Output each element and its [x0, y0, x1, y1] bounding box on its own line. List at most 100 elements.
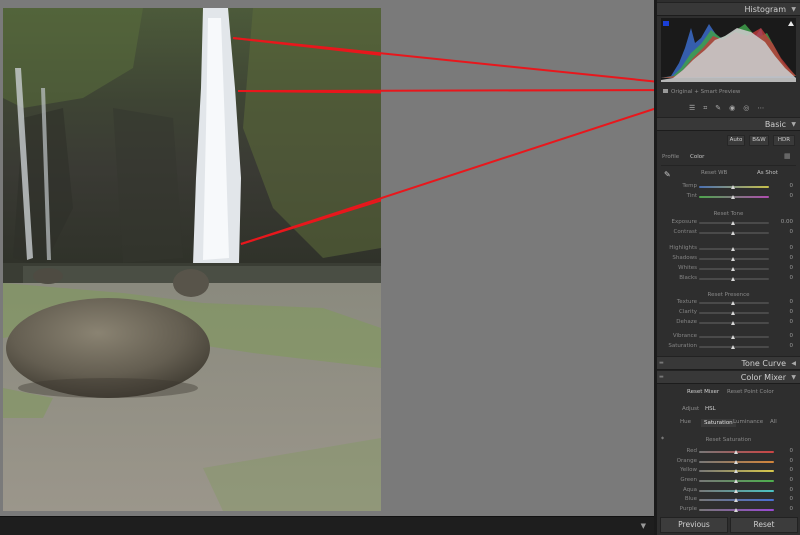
reset-wb-label[interactable]: Reset WB [701, 170, 727, 176]
mixer-value[interactable]: 0 [783, 487, 794, 493]
preview-label: Original + Smart Preview [671, 89, 741, 95]
hdr-button[interactable]: HDR [773, 135, 795, 146]
shadow-clip-icon [663, 21, 669, 26]
slider-label: Saturation [668, 343, 697, 349]
mixer-value[interactable]: 0 [783, 477, 794, 483]
slider-value[interactable]: 0 [783, 193, 794, 199]
mixer-value[interactable]: 0 [783, 448, 794, 454]
slider-handle[interactable] [731, 321, 735, 325]
panel-switch-icon: ▬ [659, 360, 664, 366]
adjust-select[interactable]: HSL [705, 406, 716, 412]
slider-handle[interactable] [731, 277, 735, 281]
slider-label: Shadows [672, 255, 697, 261]
divider [661, 165, 796, 166]
slider-value[interactable]: 0 [783, 299, 794, 305]
slider-value[interactable]: 0 [783, 275, 794, 281]
tool-strip[interactable]: ☰⌗✎◉◎⋯ [689, 104, 772, 113]
reset-button[interactable]: Reset [730, 517, 798, 533]
highlight-clip-icon [788, 21, 794, 26]
slider-label: Temp [682, 183, 697, 189]
mixer-label: Yellow [680, 467, 697, 473]
slider-handle[interactable] [731, 335, 735, 339]
slider-value[interactable]: 0 [783, 245, 794, 251]
tab-all[interactable]: All [770, 419, 777, 425]
reset-presence-label[interactable]: Reset Presence [657, 292, 800, 298]
mixer-slider-handle[interactable] [734, 479, 738, 483]
reset-mixer-button[interactable]: Reset Mixer [687, 389, 719, 395]
mixer-value[interactable]: 0 [783, 496, 794, 502]
basic-title: Basic [764, 120, 786, 129]
tone-curve-header[interactable]: ▬ Tone Curve ◀ [657, 356, 800, 370]
reset-tone-label[interactable]: Reset Tone [657, 211, 800, 217]
expand-icon: ◀ [791, 360, 796, 367]
tab-hue[interactable]: Hue [680, 419, 691, 425]
slider-label: Exposure [671, 219, 697, 225]
mixer-label: Orange [676, 458, 697, 464]
tab-saturation[interactable]: Saturation [701, 419, 736, 427]
previous-button[interactable]: Previous [660, 517, 728, 533]
slider-value[interactable]: 0.00 [779, 219, 793, 225]
mixer-label: Aqua [682, 487, 697, 493]
mixer-value[interactable]: 0 [783, 458, 794, 464]
mixer-slider-handle[interactable] [734, 460, 738, 464]
histogram[interactable] [661, 18, 796, 82]
slider-label: Contrast [673, 229, 697, 235]
slider-value[interactable]: 0 [783, 333, 794, 339]
slider-handle[interactable] [731, 231, 735, 235]
mixer-label: Purple [679, 506, 697, 512]
profile-value[interactable]: Color [690, 154, 704, 160]
histogram-header[interactable]: Histogram ▼ [657, 2, 800, 16]
slider-value[interactable]: 0 [783, 309, 794, 315]
slider-handle[interactable] [731, 185, 735, 189]
slider-handle[interactable] [731, 221, 735, 225]
adjust-label: Adjust [682, 406, 700, 412]
more-icon: ⋯ [757, 104, 773, 112]
filmstrip-toggle-icon[interactable]: ▼ [641, 522, 646, 530]
redeye-icon: ◎ [743, 104, 758, 112]
slider-handle[interactable] [731, 195, 735, 199]
reset-point-color-button[interactable]: Reset Point Color [727, 389, 774, 395]
profile-browser-icon[interactable]: ▦ [784, 152, 791, 160]
wb-value[interactable]: As Shot [757, 170, 778, 176]
mixer-slider-handle[interactable] [734, 469, 738, 473]
slider-handle[interactable] [731, 247, 735, 251]
mixer-label: Blue [684, 496, 697, 502]
auto-button[interactable]: Auto [727, 135, 745, 146]
slider-handle[interactable] [731, 311, 735, 315]
eyedropper-icon[interactable]: ✎ [664, 170, 671, 179]
reset-saturation-label[interactable]: Reset Saturation [657, 437, 800, 443]
slider-label: Blacks [679, 275, 697, 281]
slider-handle[interactable] [731, 267, 735, 271]
color-mixer-header[interactable]: ▬ Color Mixer ▼ [657, 370, 800, 384]
slider-value[interactable]: 0 [783, 229, 794, 235]
filmstrip-bar: ▼ [0, 516, 654, 535]
slider-value[interactable]: 0 [783, 319, 794, 325]
slider-value[interactable]: 0 [783, 255, 794, 261]
basic-header[interactable]: Basic ▼ [657, 117, 800, 131]
slider-label: Texture [676, 299, 697, 305]
collapse-icon: ▼ [791, 121, 796, 128]
slider-value[interactable]: 0 [783, 343, 794, 349]
mixer-slider-handle[interactable] [734, 489, 738, 493]
slider-value[interactable]: 0 [783, 265, 794, 271]
profile-label: Profile [662, 154, 680, 160]
mixer-value[interactable]: 0 [783, 506, 794, 512]
mixer-slider-handle[interactable] [734, 498, 738, 502]
slider-label: Tint [686, 193, 697, 199]
mixer-value[interactable]: 0 [783, 467, 794, 473]
slider-handle[interactable] [731, 301, 735, 305]
mixer-label: Red [686, 448, 697, 454]
tab-luminance[interactable]: Luminance [733, 419, 763, 425]
collapse-icon: ▼ [791, 374, 796, 381]
panel-switch-icon: ▬ [659, 374, 664, 380]
histogram-graph [661, 21, 796, 82]
mixer-slider-handle[interactable] [734, 508, 738, 512]
slider-handle[interactable] [731, 345, 735, 349]
tone-curve-title: Tone Curve [741, 359, 786, 368]
slider-label: Clarity [679, 309, 697, 315]
slider-handle[interactable] [731, 257, 735, 261]
bw-button[interactable]: B&W [749, 135, 769, 146]
mixer-slider-handle[interactable] [734, 450, 738, 454]
slider-value[interactable]: 0 [783, 183, 794, 189]
develop-panel: Histogram ▼ Original + Smart Preview ☰⌗✎… [657, 0, 800, 535]
